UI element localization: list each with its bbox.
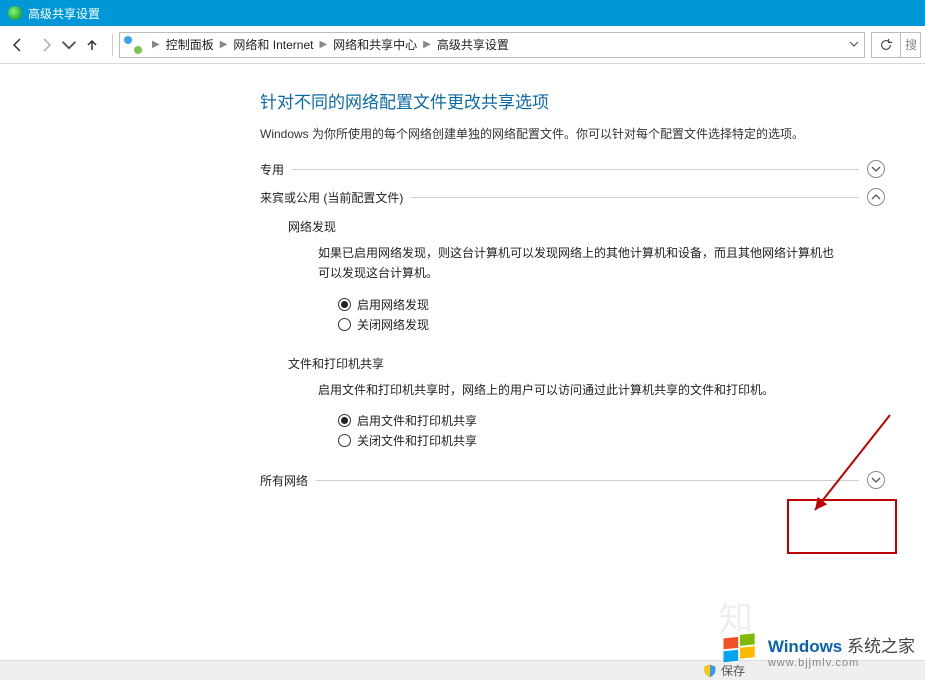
windows-logo-icon xyxy=(718,628,762,672)
window-titlebar: 高级共享设置 xyxy=(0,0,925,26)
radio-icon xyxy=(338,318,351,331)
forward-button[interactable] xyxy=(32,31,60,59)
radio-icon xyxy=(338,434,351,447)
shield-icon xyxy=(703,664,717,678)
file-printer-description: 启用文件和打印机共享时，网络上的用户可以访问通过此计算机共享的文件和打印机。 xyxy=(318,380,838,400)
chevron-right-icon: ▶ xyxy=(216,39,232,50)
section-label: 来宾或公用 (当前配置文件) xyxy=(260,189,403,206)
refresh-button[interactable] xyxy=(871,32,901,58)
chevron-right-icon: ▶ xyxy=(148,39,164,50)
navigation-bar: ▶ 控制面板 ▶ 网络和 Internet ▶ 网络和共享中心 ▶ 高级共享设置… xyxy=(0,26,925,64)
breadcrumb-item[interactable]: 控制面板 xyxy=(164,36,216,53)
subsection-file-printer: 文件和打印机共享 xyxy=(288,355,885,372)
content-pane: 针对不同的网络配置文件更改共享选项 Windows 为你所使用的每个网络创建单独… xyxy=(0,64,925,660)
divider xyxy=(112,34,113,56)
page-title: 针对不同的网络配置文件更改共享选项 xyxy=(260,88,885,113)
file-printer-options: 启用文件和打印机共享 关闭文件和打印机共享 xyxy=(338,412,885,449)
section-private[interactable]: 专用 xyxy=(260,160,885,178)
section-all-networks[interactable]: 所有网络 xyxy=(260,471,885,489)
divider xyxy=(411,197,859,198)
window-title: 高级共享设置 xyxy=(28,5,100,22)
breadcrumb-item[interactable]: 网络和共享中心 xyxy=(331,36,419,53)
radio-enable-discovery[interactable]: 启用网络发现 xyxy=(338,296,885,313)
breadcrumb-item[interactable]: 网络和 Internet xyxy=(231,36,315,53)
radio-disable-discovery[interactable]: 关闭网络发现 xyxy=(338,316,885,333)
radio-disable-file-print[interactable]: 关闭文件和打印机共享 xyxy=(338,432,885,449)
site-watermark: Windows 系统之家 www.bjjmlv.com xyxy=(718,628,915,672)
section-guest-public[interactable]: 来宾或公用 (当前配置文件) xyxy=(260,188,885,206)
breadcrumb-item[interactable]: 高级共享设置 xyxy=(435,36,511,53)
divider xyxy=(292,169,859,170)
back-button[interactable] xyxy=(4,31,32,59)
chevron-down-icon[interactable] xyxy=(867,160,885,178)
page-description: Windows 为你所使用的每个网络创建单独的网络配置文件。你可以针对每个配置文… xyxy=(260,125,885,142)
search-input[interactable]: 搜 xyxy=(901,32,921,58)
chevron-up-icon[interactable] xyxy=(867,188,885,206)
section-label: 专用 xyxy=(260,161,284,178)
section-label: 所有网络 xyxy=(260,472,308,489)
subsection-network-discovery: 网络发现 xyxy=(288,218,885,235)
address-dropdown[interactable] xyxy=(844,38,864,52)
radio-enable-file-print[interactable]: 启用文件和打印机共享 xyxy=(338,412,885,429)
control-panel-icon xyxy=(124,36,142,54)
network-discovery-description: 如果已启用网络发现，则这台计算机可以发现网络上的其他计算机和设备，而且其他网络计… xyxy=(318,243,838,284)
up-button[interactable] xyxy=(78,31,106,59)
radio-icon xyxy=(338,414,351,427)
network-discovery-options: 启用网络发现 关闭网络发现 xyxy=(338,296,885,333)
app-icon xyxy=(8,6,22,20)
chevron-right-icon: ▶ xyxy=(419,39,435,50)
chevron-right-icon: ▶ xyxy=(315,39,331,50)
recent-dropdown[interactable] xyxy=(60,31,78,59)
annotation-arrow xyxy=(805,410,895,520)
radio-icon xyxy=(338,298,351,311)
address-bar[interactable]: ▶ 控制面板 ▶ 网络和 Internet ▶ 网络和共享中心 ▶ 高级共享设置 xyxy=(119,32,865,58)
divider xyxy=(316,480,859,481)
